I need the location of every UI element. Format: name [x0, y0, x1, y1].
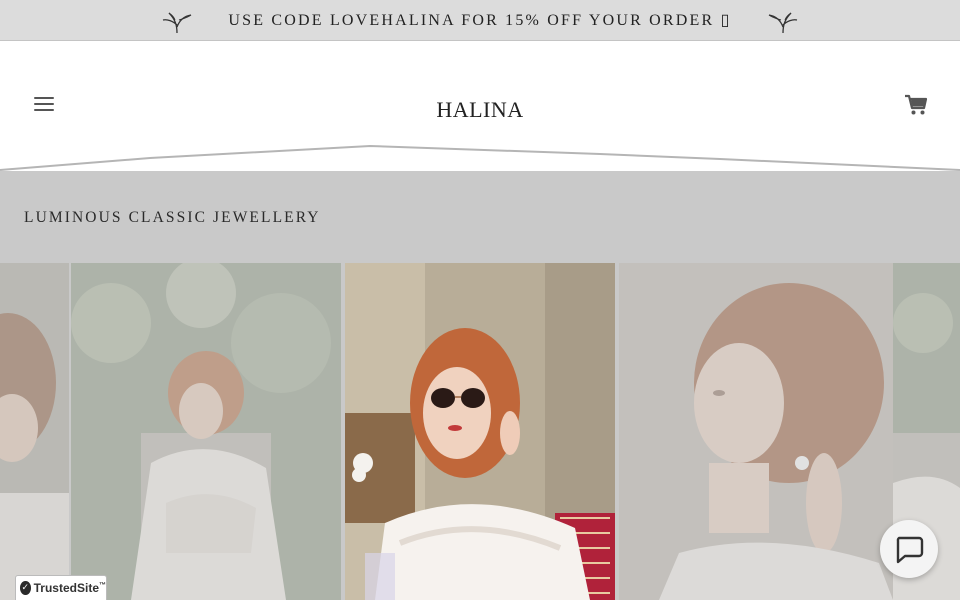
gallery-slide-active[interactable]	[345, 263, 615, 600]
announcement-text: USE CODE LOVEHALINA FOR 15% OFF YOUR ORD…	[228, 12, 732, 29]
trustedsite-label: TrustedSite	[33, 581, 99, 595]
photo-model-sunglasses	[345, 263, 615, 600]
photo-model-white-dress	[71, 263, 341, 600]
site-logo[interactable]: HALINA	[0, 97, 960, 123]
chat-button[interactable]	[880, 520, 938, 578]
announcement-bar: USE CODE LOVEHALINA FOR 15% OFF YOUR ORD…	[0, 0, 960, 41]
leaf-ornament-icon	[768, 12, 798, 34]
gallery-slide[interactable]	[71, 263, 341, 600]
hero-tagline: LUMINOUS CLASSIC JEWELLERY	[24, 209, 321, 226]
photo-model-profile-earring	[619, 263, 893, 600]
chat-bubble-icon	[896, 536, 924, 564]
checkmark-icon: ✓	[20, 581, 31, 595]
gallery-slide[interactable]	[0, 263, 69, 600]
trustedsite-badge[interactable]: ✓ TrustedSite™	[15, 575, 107, 600]
gallery-slide[interactable]	[619, 263, 893, 600]
cart-icon[interactable]	[904, 94, 928, 116]
leaf-ornament-icon	[162, 12, 192, 34]
image-carousel[interactable]	[0, 263, 960, 600]
section-divider	[0, 140, 960, 171]
photo-model-partial-left	[0, 263, 69, 600]
trademark-mark: ™	[99, 582, 106, 589]
